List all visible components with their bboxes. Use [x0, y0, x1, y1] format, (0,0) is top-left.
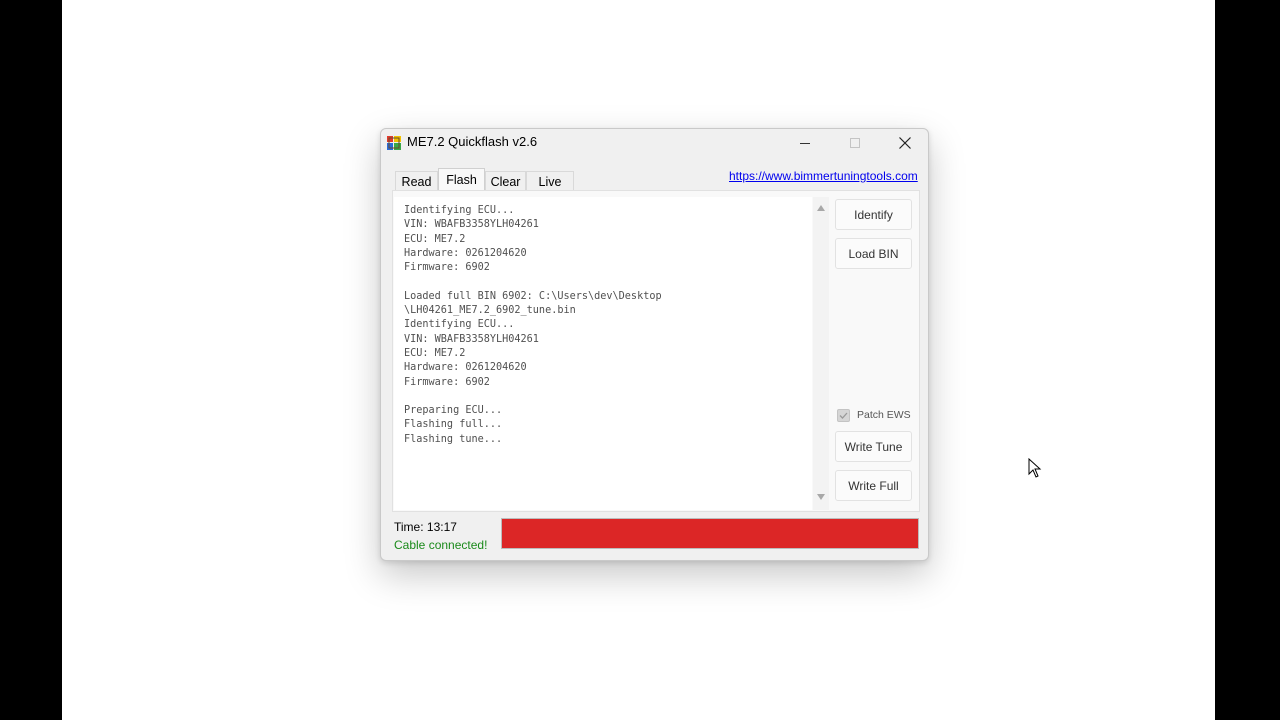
minimize-icon — [800, 143, 810, 144]
progress-bar — [501, 518, 919, 549]
log-text: Identifying ECU... VIN: WBAFB3358YLH0426… — [404, 205, 662, 445]
tab-clear[interactable]: Clear — [485, 171, 526, 191]
patch-ews-option[interactable]: Patch EWS — [837, 407, 911, 423]
patch-ews-checkbox[interactable] — [837, 408, 850, 422]
mouse-cursor-icon — [1028, 458, 1042, 478]
tab-live[interactable]: Live — [526, 171, 574, 191]
cable-status: Cable connected! — [394, 538, 488, 552]
title-bar[interactable]: ME7.2 Quickflash v2.6 — [381, 129, 928, 157]
load-bin-button[interactable]: Load BIN — [835, 238, 912, 269]
log-scrollbar[interactable] — [813, 197, 829, 510]
elapsed-time: Time: 13:17 — [394, 520, 457, 534]
close-button[interactable] — [882, 129, 928, 157]
tab-flash[interactable]: Flash — [438, 168, 485, 192]
app-icon — [387, 136, 401, 150]
close-icon — [899, 137, 911, 149]
scroll-up-icon[interactable] — [816, 204, 826, 212]
window-title: ME7.2 Quickflash v2.6 — [407, 134, 538, 149]
log-output[interactable]: Identifying ECU... VIN: WBAFB3358YLH0426… — [394, 197, 812, 510]
patch-ews-label: Patch EWS — [857, 409, 911, 421]
maximize-button[interactable] — [832, 129, 878, 157]
tab-read[interactable]: Read — [395, 171, 438, 191]
write-tune-button[interactable]: Write Tune — [835, 431, 912, 462]
maximize-icon — [850, 138, 860, 148]
identify-button[interactable]: Identify — [835, 199, 912, 230]
flash-tab-panel: Identifying ECU... VIN: WBAFB3358YLH0426… — [392, 190, 920, 512]
scroll-down-icon[interactable] — [816, 493, 826, 501]
app-window: ME7.2 Quickflash v2.6 Read Flash Clear L… — [380, 128, 929, 561]
minimize-button[interactable] — [782, 129, 828, 157]
website-link[interactable]: https://www.bimmertuningtools.com — [729, 169, 918, 183]
checkmark-icon — [839, 412, 848, 419]
progress-fill — [502, 519, 918, 548]
write-full-button[interactable]: Write Full — [835, 470, 912, 501]
